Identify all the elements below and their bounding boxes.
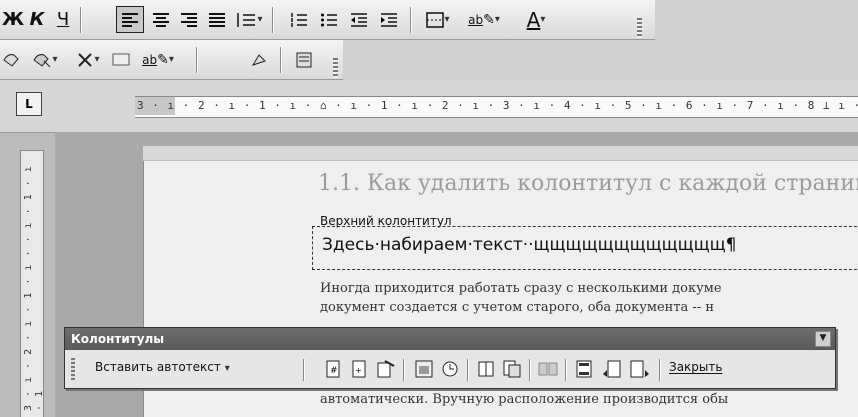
close-button[interactable]: Закрыть [669,360,722,374]
highlight-icon[interactable]: ab ✎ ▾ [462,6,506,33]
body-line-2: документ создается с учетом старого, оба… [320,300,715,315]
svg-text:+: + [355,366,362,375]
comment-icon[interactable] [110,46,132,73]
decrease-indent-icon[interactable] [346,6,372,33]
header-text[interactable]: Здесь·набираем·текст··щщщщщщщщщщщщ¶ [322,235,737,255]
ruler-scale-text: 3 · ı · 2 · ı · 1 · ı · ⌂ · ı · 1 · ı · … [137,99,858,112]
svg-text:#: # [330,366,338,376]
toolbar-title: Колонтитулы [71,332,165,346]
justify-icon[interactable] [204,6,230,33]
align-right-icon[interactable] [176,6,202,33]
highlight-label: ab [468,12,484,27]
italic-button[interactable]: К [26,6,48,33]
toolbar-options-button[interactable]: ▼ [815,331,831,347]
toolbar-dock-empty [343,40,858,80]
borders-icon[interactable]: ▾ [420,6,456,33]
ruler-scale[interactable]: 3 · ı · 2 · ı · 1 · ı · ⌂ · ı · 1 · ı · … [135,96,858,118]
toolbar-title-bar[interactable]: Колонтитулы ▼ [65,328,835,350]
increase-indent-icon[interactable] [376,6,402,33]
body-line-3: автоматически. Вручную расположение прои… [320,392,729,407]
toolbar-grip-2[interactable] [333,58,338,78]
toolbar-dock-empty-2 [655,0,858,40]
reject-change-icon[interactable]: ▾ [26,46,64,73]
show-icon[interactable] [292,46,316,73]
page-setup-icon[interactable] [475,358,497,380]
line-spacing-icon[interactable]: ▾ [232,6,266,33]
page-top-edge [143,146,858,161]
next-icon[interactable] [248,46,272,73]
date-icon[interactable] [413,358,435,380]
insert-autotext-button[interactable]: Вставить автотекст ▾ [95,360,230,374]
review-toolbar: ▾ ▾ ab ✎ ▾ [0,40,343,80]
page-count-icon[interactable]: + [349,358,371,380]
previous-change-icon[interactable]: ▾ [70,46,106,73]
highlight-marker-icon[interactable]: ab ✎ ▾ [134,46,182,73]
align-left-icon[interactable] [116,6,144,33]
grip-icon[interactable] [71,358,75,380]
bullets-icon[interactable] [316,6,342,33]
format-page-number-icon[interactable] [375,358,397,380]
horizontal-ruler: L 3 · ı · 2 · ı · 1 · ı · ⌂ · ı · 1 · ı … [0,80,858,133]
body-line-1: Иногда приходится работать сразу с неско… [320,281,722,296]
accept-change-icon[interactable] [0,46,24,73]
font-color-icon[interactable]: A ▾ [514,6,558,33]
vertical-ruler[interactable]: 3 · ı · 2 · ı · 1 · ı · · ı · 1 · ı · 1 [20,150,45,417]
next-section-icon[interactable] [629,358,651,380]
tab-selector-button[interactable]: L [16,92,42,116]
formatting-toolbar: Ж К Ч ▾ ▾ ab ✎ ▾ A ▾ [0,0,655,40]
vertical-ruler-text: 3 · ı · 2 · ı · 1 · ı · · ı · 1 · ı · 1 [23,165,45,411]
switch-header-footer-icon[interactable] [573,358,595,380]
time-icon[interactable] [439,358,461,380]
header-footer-toolbar[interactable]: Колонтитулы ▼ Вставить автотекст ▾ # + З… [64,327,836,389]
numbering-icon[interactable] [286,6,312,33]
bold-button[interactable]: Ж [2,6,24,33]
ghost-heading: 1.1. Как удалить колонтитул с каждой стр… [318,171,858,196]
align-center-icon[interactable] [148,6,174,33]
same-as-previous-icon[interactable] [537,358,559,380]
page-number-icon[interactable]: # [323,358,345,380]
insert-autotext-label: Вставить автотекст [95,360,221,374]
show-hide-text-icon[interactable] [501,358,523,380]
underline-button[interactable]: Ч [52,6,74,33]
toolbar-grip[interactable] [637,18,642,38]
previous-section-icon[interactable] [601,358,623,380]
font-color-label: A [526,7,541,32]
